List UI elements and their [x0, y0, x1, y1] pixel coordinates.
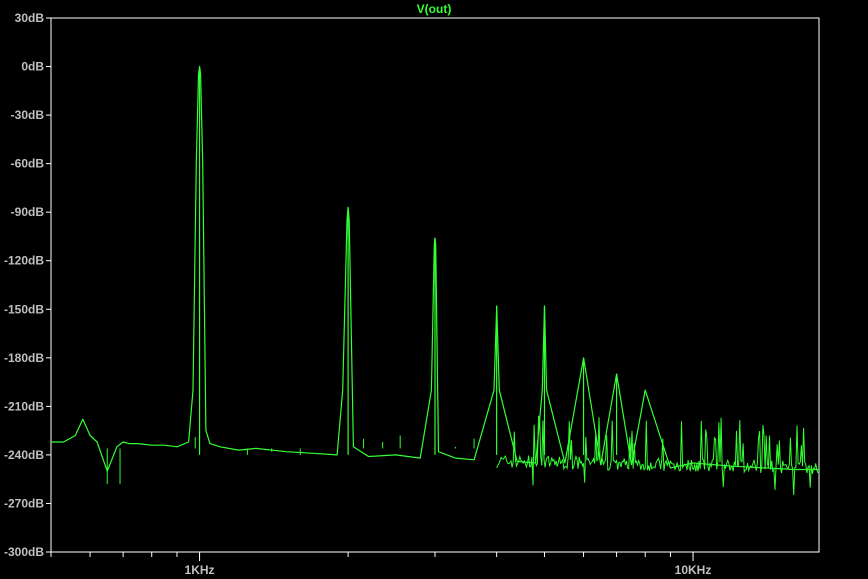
spectrum-plot[interactable]: V(out) 30dB 0dB -30dB -60dB -90dB -120dB -150d… — [0, 0, 868, 579]
y-tick-label: -300dB — [4, 545, 44, 559]
x-axis: 1KHz 10KHz — [50, 552, 712, 577]
chart-title: V(out) — [417, 2, 452, 16]
y-tick-label: -120dB — [4, 254, 44, 268]
x-tick-label: 1KHz — [185, 563, 215, 577]
y-tick-label: -90dB — [11, 205, 45, 219]
y-tick-label: -60dB — [11, 157, 45, 171]
y-tick-label: 30dB — [15, 11, 45, 25]
y-tick-label: 0dB — [21, 60, 44, 74]
y-tick-label: -180dB — [4, 351, 44, 365]
y-axis: 30dB 0dB -30dB -60dB -90dB -120dB -150dB -180dB… — [4, 11, 51, 559]
y-tick-label: -210dB — [4, 399, 44, 413]
y-tick-label: -150dB — [4, 302, 44, 316]
y-tick-label: -270dB — [4, 496, 44, 510]
x-tick-label: 10KHz — [675, 563, 712, 577]
trace-layer — [51, 65, 819, 496]
y-tick-label: -240dB — [4, 448, 44, 462]
y-tick-label: -30dB — [11, 108, 45, 122]
